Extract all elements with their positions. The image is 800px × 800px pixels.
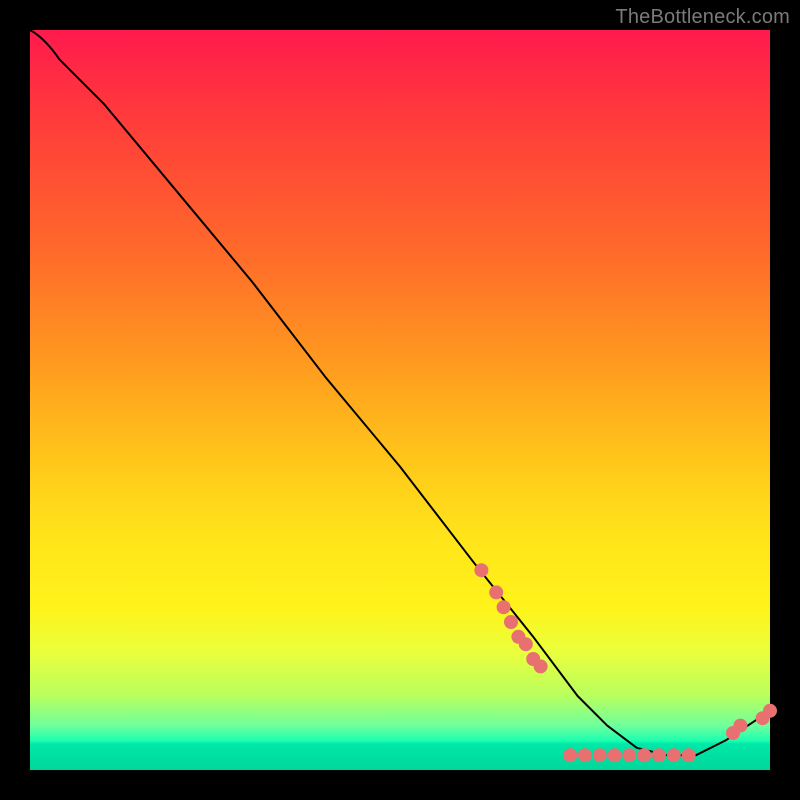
data-point — [622, 748, 636, 762]
data-point — [667, 748, 681, 762]
bottleneck-curve — [30, 30, 770, 755]
data-point — [474, 563, 488, 577]
data-point — [489, 585, 503, 599]
data-points — [474, 563, 777, 762]
data-point — [682, 748, 696, 762]
data-point — [578, 748, 592, 762]
data-point — [497, 600, 511, 614]
plot-area — [30, 30, 770, 770]
data-point — [519, 637, 533, 651]
data-point — [504, 615, 518, 629]
data-point — [534, 659, 548, 673]
curve-layer — [30, 30, 770, 770]
data-point — [733, 719, 747, 733]
data-point — [637, 748, 651, 762]
data-point — [593, 748, 607, 762]
data-point — [563, 748, 577, 762]
chart-canvas: TheBottleneck.com — [0, 0, 800, 800]
data-point — [652, 748, 666, 762]
watermark-text: TheBottleneck.com — [615, 6, 790, 29]
data-point — [763, 704, 777, 718]
data-point — [608, 748, 622, 762]
